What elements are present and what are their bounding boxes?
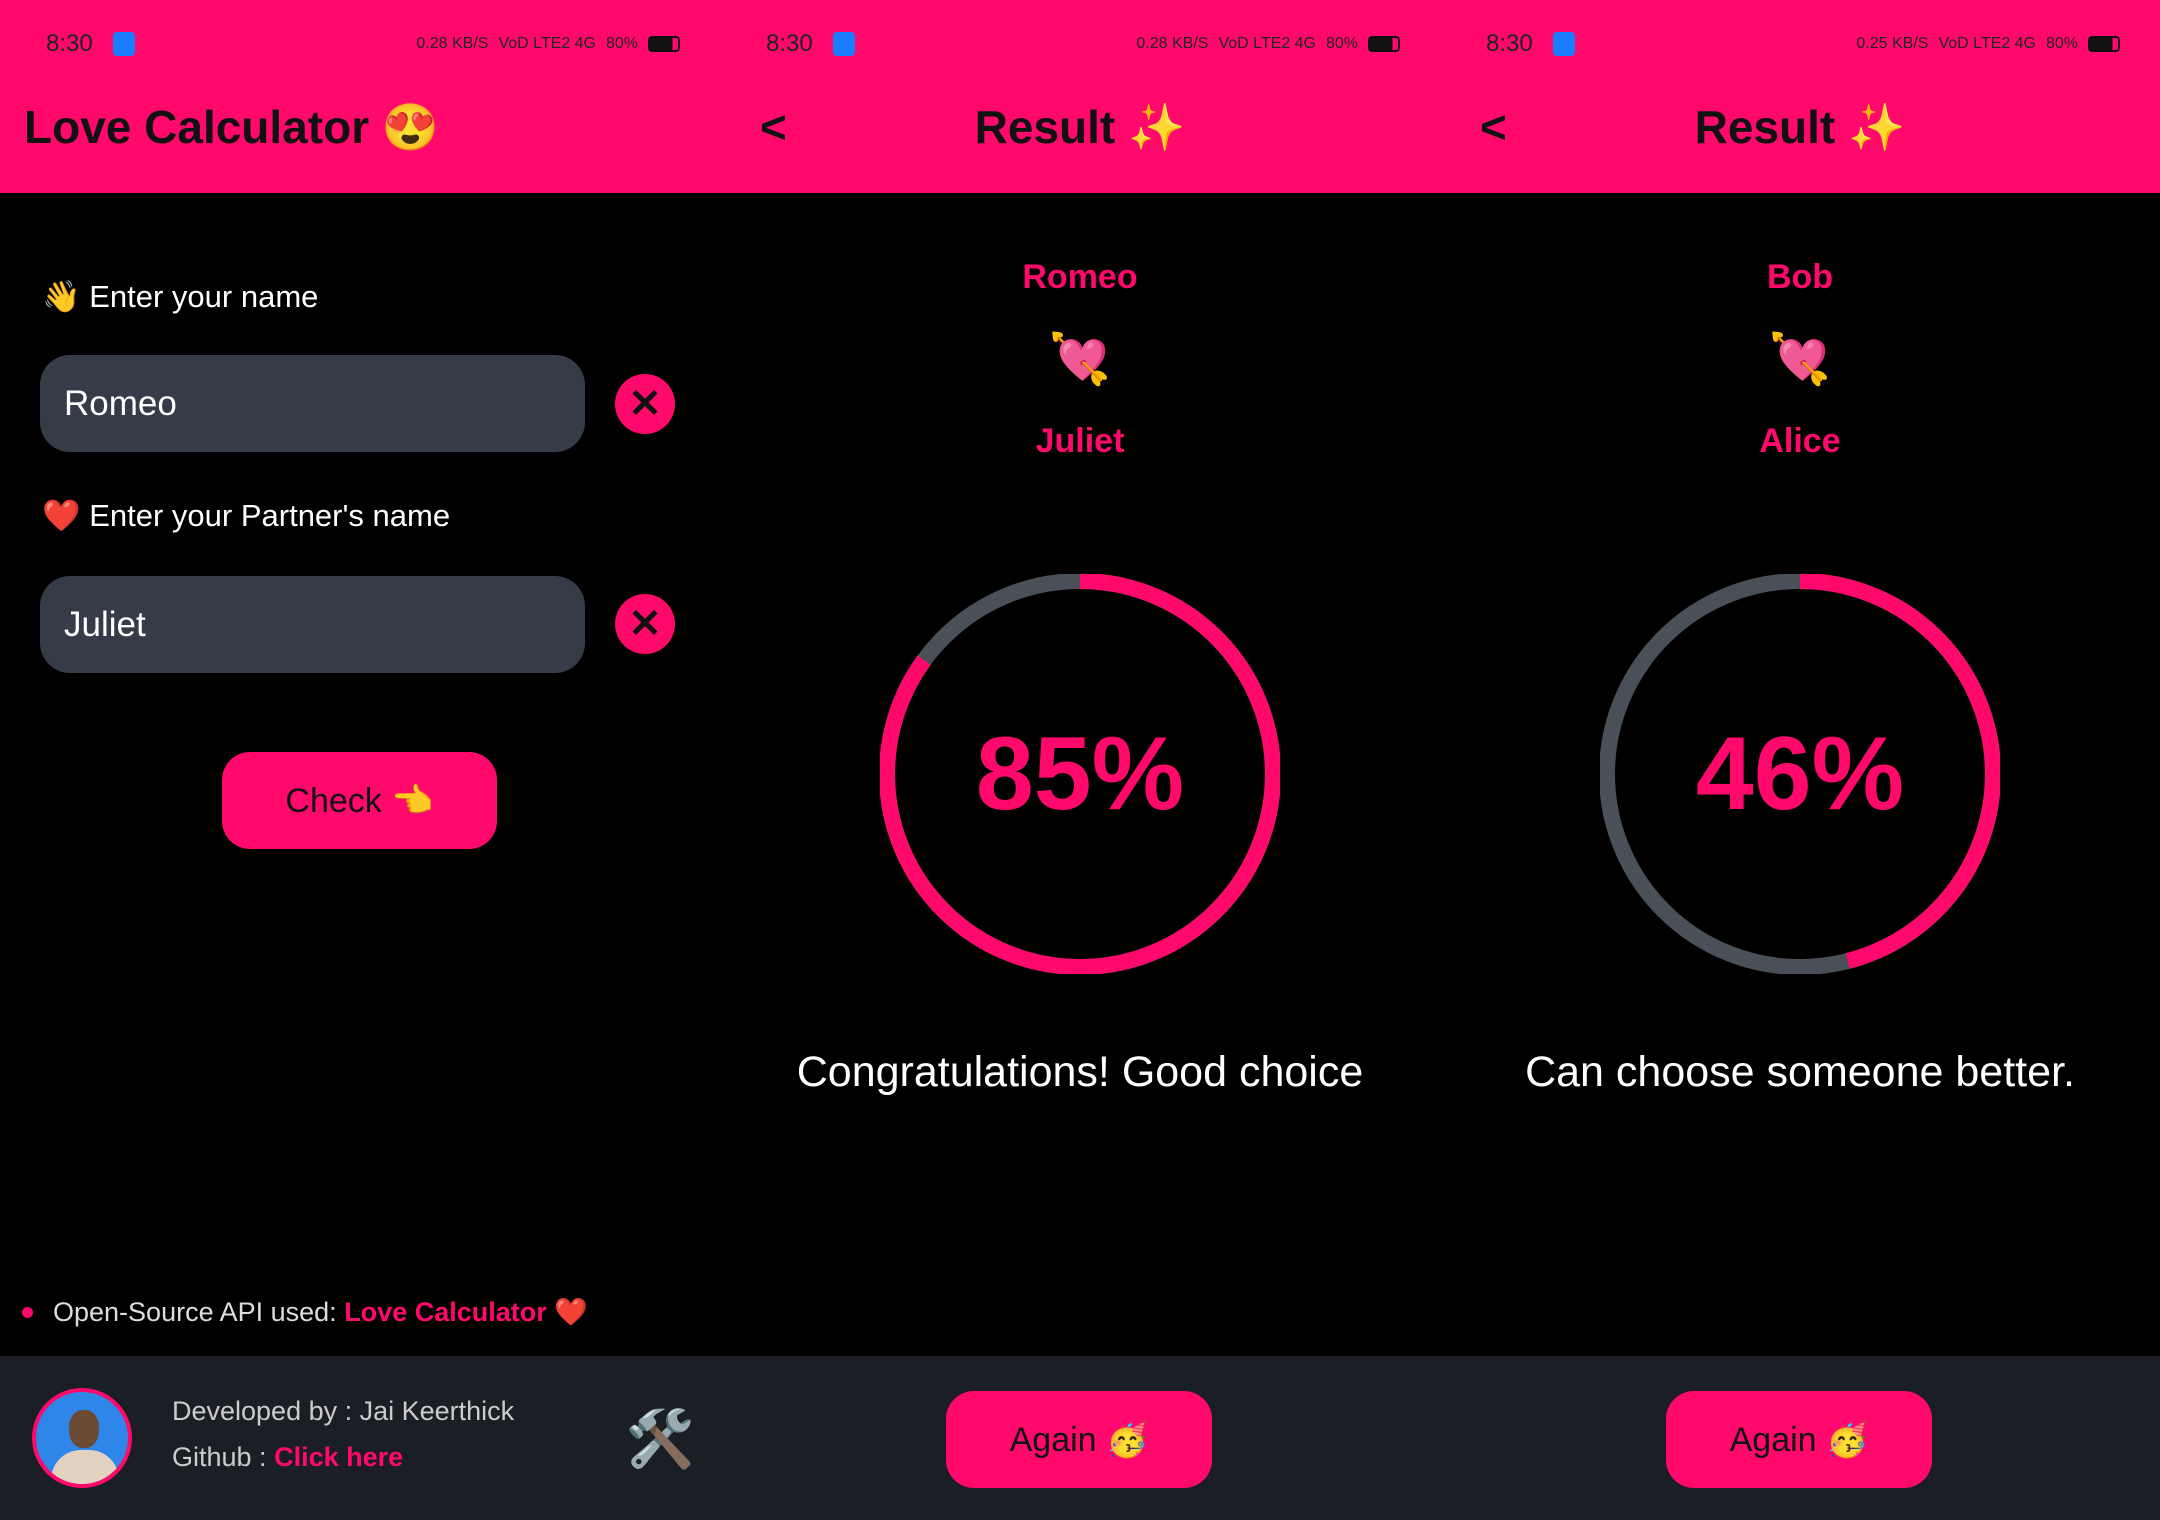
bottom-bar: Again 🥳: [720, 1356, 1440, 1520]
api-prefix: Open-Source API used:: [53, 1297, 337, 1327]
network-indicator: VoD LTE2 4G: [1218, 35, 1316, 52]
name2: Juliet: [1035, 422, 1125, 460]
clear-partner-button[interactable]: ✕: [615, 594, 675, 654]
status-time: 8:30: [766, 30, 813, 57]
name-label: 👋 Enter your name: [42, 279, 319, 314]
page-title: Love Calculator 😍: [24, 101, 440, 153]
heart-arrow-icon: 💘: [1048, 331, 1112, 387]
android-icon: [832, 32, 855, 56]
close-icon: ✕: [628, 602, 662, 646]
app-bar: 8:30 0.28 KB/S VoD LTE2 4G 80% < Result ✨: [720, 0, 1440, 193]
heart-arrow-icon: 💘: [1768, 331, 1832, 387]
status-bar: 8:30 0.25 KB/S VoD LTE2 4G 80%: [1486, 28, 2120, 60]
result-screen-2: 8:30 0.25 KB/S VoD LTE2 4G 80% < Result ✨ …: [1440, 0, 2160, 1520]
battery-icon: [648, 36, 680, 52]
developer-footer: Developed by : Jai Keerthick Github : Cl…: [0, 1356, 720, 1520]
tools-icon: 🛠️: [625, 1407, 695, 1470]
net-speed: 0.28 KB/S: [416, 35, 489, 52]
android-icon: [112, 32, 135, 56]
api-link[interactable]: Love Calculator: [344, 1297, 547, 1327]
battery-percent: 80%: [1325, 35, 1358, 52]
app-bar: 8:30 0.28 KB/S VoD LTE2 4G 80% Love Calcul…: [0, 0, 720, 193]
name2: Alice: [1759, 422, 1841, 460]
net-speed: 0.28 KB/S: [1136, 35, 1209, 52]
result-message: Congratulations! Good choice: [796, 1048, 1364, 1096]
status-bar: 8:30 0.28 KB/S VoD LTE2 4G 80%: [766, 28, 1400, 60]
page-title: Result ✨: [1694, 101, 1906, 153]
battery-icon: [1368, 36, 1400, 52]
heart-icon: ❤️: [554, 1297, 588, 1327]
bullet-icon: [22, 1306, 33, 1318]
check-button[interactable]: Check 👈: [222, 752, 497, 849]
partner-label: ❤️ Enter your Partner's name: [42, 498, 451, 533]
percentage-ring: 46%: [1600, 574, 2000, 974]
name-input[interactable]: Romeo: [40, 355, 585, 452]
percentage-text: 85%: [976, 716, 1184, 832]
app-bar: 8:30 0.25 KB/S VoD LTE2 4G 80% < Result ✨: [1440, 0, 2160, 193]
network-indicator: VoD LTE2 4G: [498, 35, 596, 52]
net-speed: 0.25 KB/S: [1856, 35, 1929, 52]
github-link[interactable]: Click here: [274, 1442, 403, 1472]
developer-avatar: [32, 1388, 132, 1488]
github-prefix: Github :: [172, 1442, 267, 1472]
developer-name: Developed by : Jai Keerthick: [172, 1396, 515, 1426]
android-icon: [1552, 32, 1575, 56]
status-bar: 8:30 0.28 KB/S VoD LTE2 4G 80%: [46, 28, 680, 60]
again-button[interactable]: Again 🥳: [1666, 1391, 1932, 1488]
name1: Romeo: [1022, 258, 1138, 296]
again-button[interactable]: Again 🥳: [946, 1391, 1212, 1488]
result-message: Can choose someone better.: [1525, 1048, 2075, 1096]
api-credit: Open-Source API used: Love Calculator ❤️: [22, 1296, 588, 1328]
result-screen-1: 8:30 0.28 KB/S VoD LTE2 4G 80% < Result ✨ …: [720, 0, 1440, 1520]
status-time: 8:30: [46, 30, 93, 57]
battery-icon: [2088, 36, 2120, 52]
input-screen: 8:30 0.28 KB/S VoD LTE2 4G 80% Love Calcul…: [0, 0, 720, 1520]
percentage-ring: 85%: [880, 574, 1280, 974]
percentage-text: 46%: [1696, 716, 1904, 832]
clear-name-button[interactable]: ✕: [615, 374, 675, 434]
network-indicator: VoD LTE2 4G: [1938, 35, 2036, 52]
page-title: Result ✨: [974, 101, 1186, 153]
partner-input[interactable]: Juliet: [40, 576, 585, 673]
battery-percent: 80%: [2045, 35, 2078, 52]
bottom-bar: Again 🥳: [1440, 1356, 2160, 1520]
battery-percent: 80%: [605, 35, 638, 52]
close-icon: ✕: [628, 382, 662, 426]
status-time: 8:30: [1486, 30, 1533, 57]
name1: Bob: [1766, 258, 1834, 296]
